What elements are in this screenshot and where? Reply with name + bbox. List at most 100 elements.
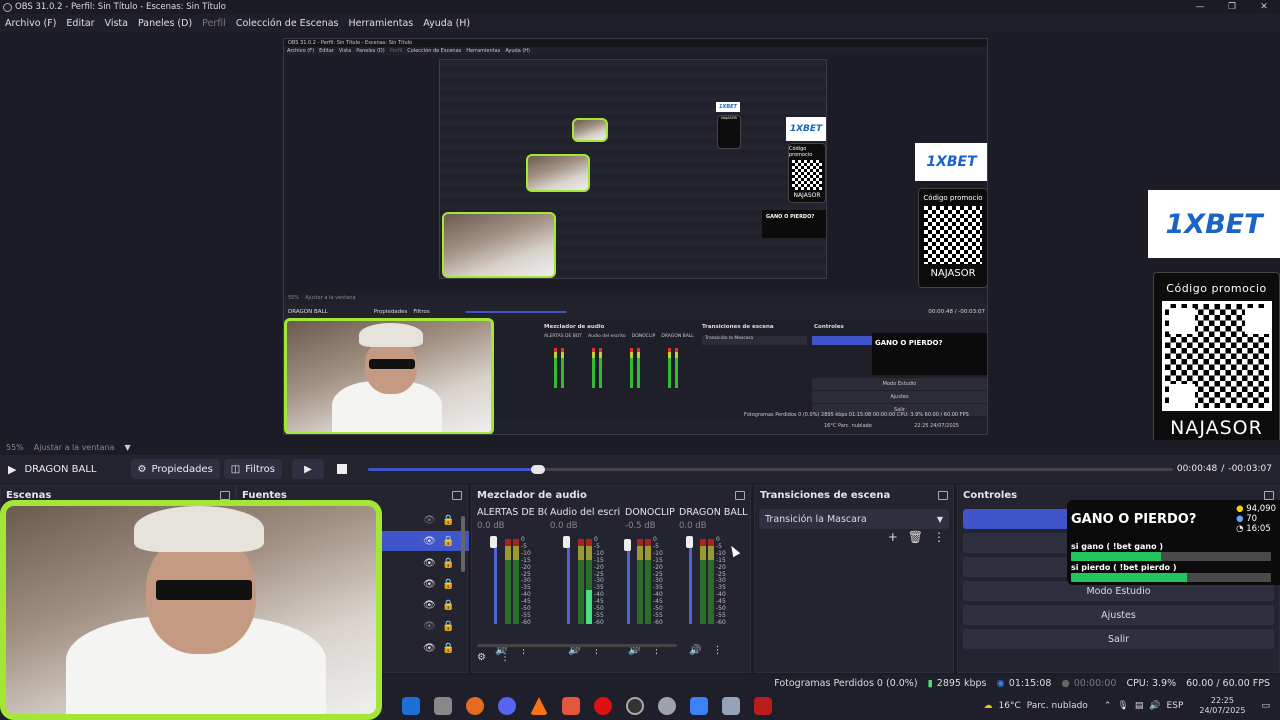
opera-icon[interactable] xyxy=(594,697,612,715)
volume-handle[interactable] xyxy=(490,536,497,548)
minimize-button[interactable]: — xyxy=(1184,2,1216,12)
network-icon[interactable]: ▤ xyxy=(1135,701,1144,711)
obs-taskbar-icon[interactable] xyxy=(626,697,644,715)
app-icon-3[interactable] xyxy=(722,697,740,715)
transitions-title: Transiciones de escena xyxy=(760,490,891,501)
level-meter xyxy=(505,539,519,624)
mixer-channel: DRAGON BALL 0.0 dB 0 -5 -10 -15 -20 -25 -30 -35… xyxy=(679,507,749,667)
mic-icon[interactable]: 🎙 xyxy=(1117,701,1128,711)
lock-icon[interactable]: 🔒 xyxy=(442,510,454,531)
stop-button[interactable] xyxy=(328,459,356,479)
eye-slash-icon[interactable]: 👁 xyxy=(423,616,436,637)
menu-help[interactable]: Ayuda (H) xyxy=(418,18,475,29)
obs-logo-icon xyxy=(3,2,12,12)
title-bar: OBS 31.0.2 - Perfil: Sin Título - Escena… xyxy=(0,0,1280,14)
play-icon: ▶ xyxy=(304,463,312,475)
play-button[interactable]: ▶ xyxy=(291,459,324,479)
volume-slider[interactable] xyxy=(627,539,630,624)
undock-icon[interactable] xyxy=(220,491,230,500)
deep-cam-2 xyxy=(526,154,590,192)
transition-select[interactable]: Transición la Mascara ▼ xyxy=(759,509,949,529)
scale-tick: -60 xyxy=(653,618,663,626)
more-options-icon[interactable]: ⋮ xyxy=(933,530,945,544)
volume-handle[interactable] xyxy=(624,539,631,551)
eye-icon[interactable]: 👁 xyxy=(423,531,436,552)
photos-icon[interactable] xyxy=(690,697,708,715)
undock-icon[interactable] xyxy=(1264,491,1274,500)
lock-icon[interactable]: 🔒 xyxy=(442,574,454,595)
eye-icon[interactable]: 👁 xyxy=(423,595,436,616)
channel-name: ALERTAS DE BOT xyxy=(477,507,547,518)
eye-slash-icon[interactable]: 👁 xyxy=(423,510,436,531)
menu-view[interactable]: Vista xyxy=(100,18,133,29)
zoom-percent: 55% xyxy=(6,443,24,452)
lock-icon[interactable]: 🔒 xyxy=(442,553,454,574)
sources-scrollbar[interactable] xyxy=(461,516,465,572)
filters-button[interactable]: ◫ Filtros xyxy=(223,459,282,479)
app-icon-4[interactable] xyxy=(754,697,772,715)
app-icon[interactable] xyxy=(562,697,580,715)
exit-button[interactable]: Salir xyxy=(963,629,1274,649)
language-indicator[interactable]: ESP xyxy=(1167,701,1184,711)
mixer-channel: Audio del escrito 0.0 dB 0-5-10-15-20-25… xyxy=(550,507,620,667)
volume-handle[interactable] xyxy=(563,536,570,548)
discord-icon[interactable] xyxy=(498,697,516,715)
menu-tools[interactable]: Herramientas xyxy=(344,18,419,29)
nested-taskbar: 16°C Parc. nublado 22:25 24/07/2025 xyxy=(494,418,987,434)
chevron-down-icon[interactable]: ▼ xyxy=(124,443,130,452)
undock-icon[interactable] xyxy=(735,491,745,500)
volume-slider[interactable] xyxy=(567,539,570,624)
menu-profile[interactable]: Perfil xyxy=(197,18,231,29)
clock-icon: ◔ xyxy=(1236,524,1244,534)
clock[interactable]: 22:25 24/07/2025 xyxy=(1199,696,1245,716)
mixer-title: Mezclador de audio xyxy=(477,490,587,501)
outlook-icon[interactable] xyxy=(402,697,420,715)
properties-button[interactable]: ⚙ Propiedades xyxy=(130,459,220,479)
eye-icon[interactable]: 👁 xyxy=(423,553,436,574)
weather-desc[interactable]: Parc. nublado xyxy=(1027,701,1088,711)
firefox-icon[interactable] xyxy=(466,697,484,715)
lock-icon[interactable]: 🔒 xyxy=(442,531,454,552)
app-icon-2[interactable] xyxy=(658,697,676,715)
zoom-fit-select[interactable]: Ajustar a la ventana xyxy=(34,443,115,452)
undock-icon[interactable] xyxy=(452,491,462,500)
chevron-up-icon[interactable]: ⌃ xyxy=(1104,701,1112,711)
menu-file[interactable]: Archivo (F) xyxy=(0,18,61,29)
lock-icon[interactable]: 🔒 xyxy=(442,616,454,637)
mixer-scrollbar[interactable] xyxy=(477,644,677,647)
nested-promo-2: Código promocio NAJASOR xyxy=(918,188,987,288)
media-seek-slider[interactable] xyxy=(368,465,1173,474)
menu-scene-collection[interactable]: Colección de Escenas xyxy=(231,18,344,29)
weather-temp[interactable]: 16°C xyxy=(999,701,1021,711)
meter-scale: 0 -5 -10 -15 -20 -25 -30 -35 -40 -45 -50 -55 -60 xyxy=(716,536,726,627)
lock-icon[interactable]: 🔒 xyxy=(442,638,454,659)
seek-handle[interactable] xyxy=(531,465,546,474)
add-icon[interactable]: + xyxy=(888,530,898,544)
trash-icon[interactable]: 🗑 xyxy=(908,530,923,544)
maximize-button[interactable]: ❐ xyxy=(1216,2,1248,12)
mixer-settings-icon[interactable]: ⚙ xyxy=(477,652,486,663)
menu-docks[interactable]: Paneles (D) xyxy=(133,18,197,29)
notification-icon[interactable]: ▭ xyxy=(1261,701,1270,711)
undock-icon[interactable] xyxy=(938,491,948,500)
mixer-menu-icon[interactable]: ⋮ xyxy=(500,652,510,663)
settings-button[interactable]: Ajustes xyxy=(963,605,1274,625)
speaker-icon[interactable]: 🔊 xyxy=(689,645,701,656)
poll-bar-1 xyxy=(1071,552,1271,561)
close-button[interactable]: ✕ xyxy=(1248,2,1280,12)
eye-icon[interactable]: 👁 xyxy=(423,638,436,659)
weather-icon: ☁ xyxy=(983,701,993,711)
volume-handle[interactable] xyxy=(686,536,693,548)
eye-icon[interactable]: 👁 xyxy=(423,574,436,595)
menu-edit[interactable]: Editar xyxy=(61,18,99,29)
preview-canvas[interactable]: OBS 31.0.2 - Perfil: Sin Título - Escena… xyxy=(0,32,1280,440)
volume-slider[interactable] xyxy=(689,539,692,624)
volume-icon[interactable]: 🔊 xyxy=(1149,701,1160,711)
volume-slider[interactable] xyxy=(494,539,497,624)
vlc-icon[interactable] xyxy=(530,697,548,715)
lock-icon[interactable]: 🔒 xyxy=(442,595,454,616)
scale-tick: -60 xyxy=(521,618,531,626)
explorer-icon[interactable] xyxy=(434,697,452,715)
more-options-icon[interactable]: ⋮ xyxy=(712,645,722,656)
deep-promo: NAJASOR xyxy=(717,115,741,149)
